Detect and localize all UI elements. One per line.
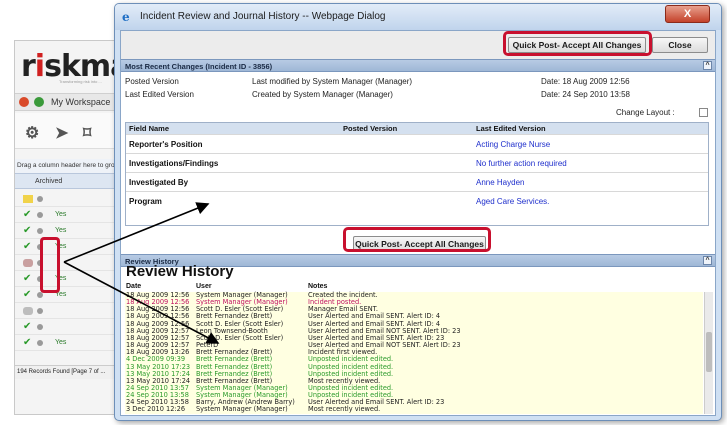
dot-icon [37,308,43,314]
records-found-status: 194 Records Found [Page 7 of ... [15,365,123,379]
check-icon: ✔ [23,241,32,252]
close-button[interactable]: Close [652,37,708,53]
check-icon: ✔ [23,225,32,236]
dialog-content: Quick Post- Accept All Changes Close Mos… [120,30,716,416]
review-history-scrollbar[interactable] [704,292,713,414]
recent-changes-title: Most Recent Changes (Incident ID - 3856) [125,62,273,71]
background-riskman-window: riskma Transforming risk into ... My Wor… [14,40,124,415]
dialog-title: Incident Review and Journal History -- W… [140,11,386,22]
last-edited-version-row: Last Edited Version Created by System Ma… [121,88,715,101]
column-last-edited-version: Last Edited Version [476,124,546,133]
last-edited-value: No further action required [476,159,567,168]
window-close-button[interactable]: X [665,5,710,23]
recent-changes-header: Most Recent Changes (Incident ID - 3856)… [121,59,715,72]
change-layout-label: Change Layout : [616,108,675,117]
change-layout-checkbox[interactable] [699,108,708,117]
dot-icon [37,324,43,330]
dialog-titlebar[interactable]: e Incident Review and Journal History --… [115,4,721,30]
field-name: Reporter's Position [129,140,203,149]
highlight-box-mid-button [343,227,491,252]
scroll-thumb[interactable] [706,332,712,372]
review-history-list: 18 Aug 2009 12:56 System Manager (Manager… [125,291,703,414]
version-by: Last modified by System Manager (Manager… [252,77,413,86]
version-label: Last Edited Version [125,90,194,99]
dot-icon [37,212,43,218]
archived-value: Yes [55,211,67,218]
archived-value: Yes [55,227,67,234]
collapse-icon[interactable]: ^ [703,61,712,70]
check-icon: ✔ [23,209,32,220]
my-workspace-link[interactable]: My Workspace [51,97,110,107]
refresh-icon[interactable] [34,97,44,107]
background-toolbar: ⚙ ➤ ⌑ [15,113,123,149]
field-name: Investigated By [129,178,189,187]
internet-explorer-icon: e [122,10,130,24]
history-date: 3 Dec 2010 12:26 [126,405,186,414]
dot-icon [37,340,43,346]
incident-grid-header: Archived [15,173,123,189]
gray-status-icon [23,307,33,315]
history-notes: Most recently viewed. [308,405,381,414]
table-row: Program Aged Care Services. [126,191,708,210]
field-table-header: Field Name Posted Version Last Edited Ve… [126,123,708,134]
review-history-title: Review History [126,263,234,280]
archived-value: Yes [55,339,67,346]
last-edited-value: Aged Care Services. [476,197,550,206]
table-row: Investigated By Anne Hayden [126,172,708,191]
field-changes-table: Field Name Posted Version Last Edited Ve… [125,122,709,226]
table-row[interactable]: ✔YesN [15,287,123,303]
history-user: System Manager (Manager) [196,405,288,414]
check-icon: ✔ [23,337,32,348]
dot-icon [37,196,43,202]
table-row[interactable]: ✔YesN [15,271,123,287]
background-navbar: My Workspace [15,93,123,111]
last-edited-value: Acting Charge Nurse [476,140,551,149]
highlight-box-top-button [503,31,652,56]
column-notes: Notes [308,283,328,290]
field-name: Program [129,197,162,206]
screenshot-stage: riskma Transforming risk into ... My Wor… [0,0,727,425]
column-posted-version: Posted Version [343,124,398,133]
posted-version-row: Posted Version Last modified by System M… [121,75,715,88]
column-field-name: Field Name [129,124,170,133]
column-user: User [196,283,212,290]
collapse-icon[interactable]: ^ [703,256,712,265]
table-row[interactable]: N [15,303,123,319]
version-date: Date: 24 Sep 2010 13:58 [541,90,630,99]
version-by: Created by System Manager (Manager) [252,90,393,99]
table-row[interactable]: ✔N [15,319,123,335]
logo-tagline: Transforming risk into ... [59,79,102,84]
logo-first: r [21,49,36,84]
dialog-top-actions: Quick Post- Accept All Changes Close [121,31,715,59]
list-item: 3 Dec 2010 12:26 System Manager (Manager)… [125,406,703,414]
field-name: Investigations/Findings [129,159,219,168]
yellow-status-icon [23,195,33,203]
table-row[interactable]: ✔YesN [15,207,123,223]
table-row[interactable]: N [15,255,123,271]
bookmark-icon[interactable]: ⌑ [83,123,91,143]
home-icon[interactable] [19,97,29,107]
table-row[interactable]: ✔YesN [15,239,123,255]
table-row[interactable]: ✔YesN [15,223,123,239]
version-label: Posted Version [125,77,179,86]
highlight-box-grid-rows [40,237,60,293]
incident-review-dialog: e Incident Review and Journal History --… [114,3,722,421]
send-icon[interactable]: ➤ [55,123,68,143]
column-date: Date [126,283,142,290]
tools-icon[interactable]: ⚙ [25,123,39,143]
table-row[interactable]: N [15,191,123,207]
logo-red-letter: i [34,49,45,84]
version-date: Date: 18 Aug 2009 12:56 [541,77,630,86]
column-archived[interactable]: Archived [35,178,62,185]
table-row[interactable]: ✔YesN [15,335,123,351]
group-drag-hint: Drag a column header here to group [15,159,123,173]
dot-icon [37,228,43,234]
last-edited-value: Anne Hayden [476,178,525,187]
check-icon: ✔ [23,273,32,284]
check-icon: ✔ [23,289,32,300]
table-row: Reporter's Position Acting Charge Nurse [126,134,708,153]
gray-status-icon [23,259,33,267]
table-row: Investigations/Findings No further actio… [126,153,708,172]
check-icon: ✔ [23,321,32,332]
